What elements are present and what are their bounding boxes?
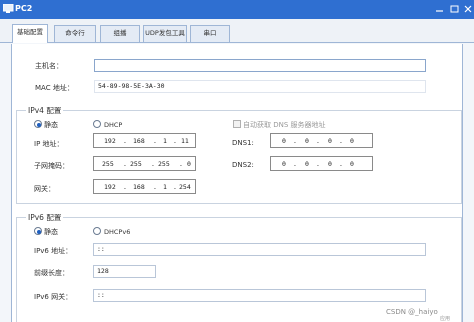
ipv4-dhcp-label: DHCP <box>104 121 123 129</box>
mask-octet-4: 0 <box>187 160 191 168</box>
mask-octet-2: 255 <box>130 160 142 168</box>
gateway-input[interactable]: 192 . 168 . 1 . 254 <box>93 179 196 194</box>
auto-dns-checkbox[interactable] <box>233 120 241 128</box>
tab-command-line[interactable]: 命令行 <box>54 25 96 42</box>
close-button[interactable] <box>463 4 474 14</box>
watermark: CSDN @_haiyo <box>386 308 438 316</box>
mask-octet-3: 255 <box>158 160 170 168</box>
ipv6-section <box>16 217 462 322</box>
prefix-length-label: 前缀长度： <box>34 269 69 277</box>
ipv6-address-input[interactable]: :: <box>93 243 426 256</box>
ip-octet-1: 192 <box>104 137 116 145</box>
gw-octet-4: 254 <box>179 183 191 191</box>
ip-octet-3: 1 <box>163 137 167 145</box>
ipv4-section-title: IPv4 配置 <box>26 105 64 116</box>
prefix-length-input[interactable]: 128 <box>93 265 156 278</box>
dns1-octet-4: 0 <box>350 137 354 145</box>
ipv6-static-label: 静态 <box>44 228 58 236</box>
dns1-octet-3: 0 <box>328 137 332 145</box>
ip-address-input[interactable]: 192 . 168 . 1 . 11 <box>93 133 196 148</box>
hostname-input[interactable] <box>94 59 426 72</box>
dhcpv6-label: DHCPv6 <box>104 228 131 236</box>
dns1-octet-2: 0 <box>305 137 309 145</box>
dns1-octet-1: 0 <box>282 137 286 145</box>
ipv4-dhcp-radio[interactable] <box>93 120 101 128</box>
ipv4-static-label: 静态 <box>44 121 58 129</box>
subnet-mask-input[interactable]: 255 . 255 . 255 . 0 <box>93 156 196 171</box>
ip-octet-4: 11 <box>181 137 189 145</box>
ipv6-gateway-input[interactable]: :: <box>93 289 426 302</box>
pc-icon <box>2 3 14 14</box>
gw-octet-2: 168 <box>133 183 145 191</box>
window-title: PC2 <box>15 4 33 13</box>
tab-bar: 基础配置 命令行 组播 UDP发包工具 串口 <box>0 19 474 43</box>
minimize-button[interactable] <box>434 4 445 14</box>
tab-basic-config[interactable]: 基础配置 <box>12 24 48 43</box>
gateway-label: 网关： <box>34 185 55 193</box>
gw-octet-3: 1 <box>163 183 167 191</box>
ipv4-static-radio[interactable] <box>34 120 42 128</box>
mask-octet-1: 255 <box>102 160 114 168</box>
apply-button-partial[interactable]: 应用 <box>440 315 450 322</box>
tab-serial[interactable]: 串口 <box>190 25 230 42</box>
tab-multicast[interactable]: 组播 <box>100 25 140 42</box>
mac-field: 54-89-98-5E-3A-30 <box>94 80 426 93</box>
ipv6-address-label: IPv6 地址： <box>34 247 73 255</box>
dns2-octet-2: 0 <box>305 160 309 168</box>
ipv6-section-title: IPv6 配置 <box>26 212 64 223</box>
tab-udp-tool[interactable]: UDP发包工具 <box>143 25 187 42</box>
ipv6-static-radio[interactable] <box>34 227 42 235</box>
auto-dns-label: 自动获取 DNS 服务器地址 <box>243 121 326 129</box>
basic-config-panel: 主机名： MAC 地址： 54-89-98-5E-3A-30 IPv4 配置 静… <box>11 44 463 322</box>
dns2-octet-3: 0 <box>328 160 332 168</box>
dns2-octet-4: 0 <box>350 160 354 168</box>
subnet-mask-label: 子网掩码： <box>34 162 69 170</box>
dhcpv6-radio[interactable] <box>93 227 101 235</box>
ip-octet-2: 168 <box>133 137 145 145</box>
mac-label: MAC 地址： <box>35 84 74 92</box>
dns2-label: DNS2: <box>232 161 254 169</box>
ipv6-gateway-label: IPv6 网关： <box>34 293 73 301</box>
dns2-input[interactable]: 0 . 0 . 0 . 0 <box>270 156 373 171</box>
dns1-input[interactable]: 0 . 0 . 0 . 0 <box>270 133 373 148</box>
title-bar: PC2 <box>0 0 474 19</box>
hostname-label: 主机名： <box>35 62 63 70</box>
dns1-label: DNS1: <box>232 139 254 147</box>
dns2-octet-1: 0 <box>282 160 286 168</box>
maximize-button[interactable] <box>449 4 460 14</box>
gw-octet-1: 192 <box>104 183 116 191</box>
ip-address-label: IP 地址： <box>34 140 64 148</box>
